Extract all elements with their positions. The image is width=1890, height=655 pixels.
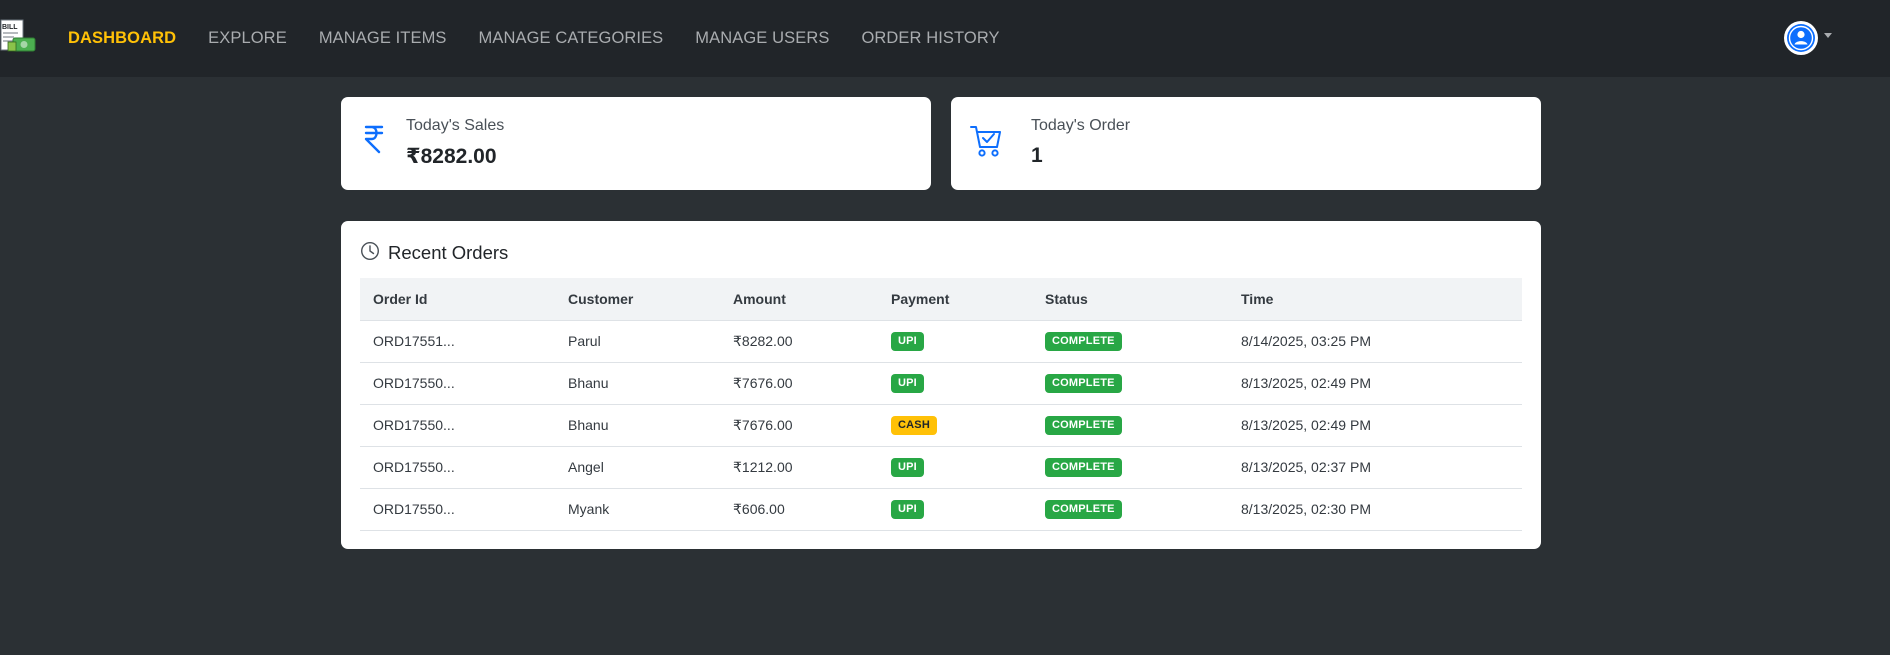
todays-sales-card: Today's Sales ₹8282.00 [341, 97, 931, 190]
column-header-time: Time [1228, 278, 1522, 321]
chevron-down-icon [1824, 32, 1832, 38]
order-id-cell: ORD17551... [360, 320, 555, 363]
column-header-payment: Payment [878, 278, 1032, 321]
top-navbar: BILL DASHBOARD EXPLORE MANAGE ITEMS MANA… [0, 0, 1890, 77]
status-badge: COMPLETE [1045, 416, 1122, 435]
cart-check-icon [969, 123, 1003, 164]
customer-cell: Bhanu [555, 404, 720, 447]
payment-badge: CASH [891, 416, 937, 435]
status-cell: COMPLETE [1032, 362, 1228, 405]
todays-order-label: Today's Order [1031, 117, 1131, 134]
time-cell: 8/13/2025, 02:49 PM [1228, 404, 1522, 447]
payment-cell: UPI [878, 446, 1032, 489]
todays-order-value: 1 [1031, 144, 1043, 167]
status-cell: COMPLETE [1032, 446, 1228, 489]
amount-cell: ₹7676.00 [720, 362, 878, 405]
clock-icon [360, 241, 380, 266]
payment-badge: UPI [891, 458, 924, 477]
column-header-order-id: Order Id [360, 278, 555, 321]
nav-item-manage-users[interactable]: MANAGE USERS [695, 29, 829, 48]
amount-cell: ₹606.00 [720, 488, 878, 531]
recent-orders-card: Recent Orders Order Id Customer Amount P… [341, 221, 1541, 549]
todays-sales-value: ₹8282.00 [406, 145, 497, 168]
order-id-cell: ORD17550... [360, 488, 555, 531]
nav-item-order-history[interactable]: ORDER HISTORY [861, 29, 999, 48]
nav-item-manage-categories[interactable]: MANAGE CATEGORIES [479, 29, 664, 48]
payment-cell: UPI [878, 362, 1032, 405]
payment-cell: CASH [878, 404, 1032, 447]
column-header-status: Status [1032, 278, 1228, 321]
table-row[interactable]: ORD17550... Myank ₹606.00 UPI COMPLETE 8… [360, 488, 1522, 531]
time-cell: 8/13/2025, 02:49 PM [1228, 362, 1522, 405]
table-row[interactable]: ORD17550... Angel ₹1212.00 UPI COMPLETE … [360, 446, 1522, 489]
status-cell: COMPLETE [1032, 488, 1228, 531]
customer-cell: Parul [555, 320, 720, 363]
order-id-cell: ORD17550... [360, 446, 555, 489]
customer-cell: Myank [555, 488, 720, 531]
recent-orders-table: Order Id Customer Amount Payment Status … [360, 278, 1522, 531]
status-badge: COMPLETE [1045, 332, 1122, 351]
svg-text:BILL: BILL [2, 24, 18, 31]
status-badge: COMPLETE [1045, 374, 1122, 393]
payment-badge: UPI [891, 500, 924, 519]
recent-orders-header: Recent Orders [360, 241, 508, 265]
nav-item-explore[interactable]: EXPLORE [208, 29, 287, 48]
status-badge: COMPLETE [1045, 500, 1122, 519]
nav-item-dashboard[interactable]: DASHBOARD [68, 29, 176, 48]
customer-cell: Bhanu [555, 362, 720, 405]
time-cell: 8/14/2025, 03:25 PM [1228, 320, 1522, 363]
nav-links: DASHBOARD EXPLORE MANAGE ITEMS MANAGE CA… [68, 0, 1032, 77]
bill-logo-icon[interactable]: BILL [0, 18, 38, 56]
table-header-row: Order Id Customer Amount Payment Status … [360, 278, 1522, 321]
amount-cell: ₹8282.00 [720, 320, 878, 363]
todays-sales-label: Today's Sales [406, 117, 505, 134]
amount-cell: ₹1212.00 [720, 446, 878, 489]
table-row[interactable]: ORD17550... Bhanu ₹7676.00 UPI COMPLETE … [360, 362, 1522, 405]
payment-cell: UPI [878, 488, 1032, 531]
order-id-cell: ORD17550... [360, 404, 555, 447]
recent-orders-title: Recent Orders [388, 242, 509, 263]
status-cell: COMPLETE [1032, 320, 1228, 363]
rupee-icon [363, 123, 385, 160]
status-cell: COMPLETE [1032, 404, 1228, 447]
nav-item-manage-items[interactable]: MANAGE ITEMS [319, 29, 447, 48]
order-id-cell: ORD17550... [360, 362, 555, 405]
time-cell: 8/13/2025, 02:37 PM [1228, 446, 1522, 489]
payment-badge: UPI [891, 332, 924, 351]
todays-order-card: Today's Order 1 [951, 97, 1541, 190]
table-row[interactable]: ORD17550... Bhanu ₹7676.00 CASH COMPLETE… [360, 404, 1522, 447]
status-badge: COMPLETE [1045, 458, 1122, 477]
user-menu-dropdown[interactable] [1784, 21, 1832, 55]
customer-cell: Angel [555, 446, 720, 489]
payment-cell: UPI [878, 320, 1032, 363]
user-circle-icon[interactable] [1784, 21, 1818, 55]
time-cell: 8/13/2025, 02:30 PM [1228, 488, 1522, 531]
payment-badge: UPI [891, 374, 924, 393]
column-header-amount: Amount [720, 278, 878, 321]
amount-cell: ₹7676.00 [720, 404, 878, 447]
column-header-customer: Customer [555, 278, 720, 321]
table-row[interactable]: ORD17551... Parul ₹8282.00 UPI COMPLETE … [360, 320, 1522, 363]
